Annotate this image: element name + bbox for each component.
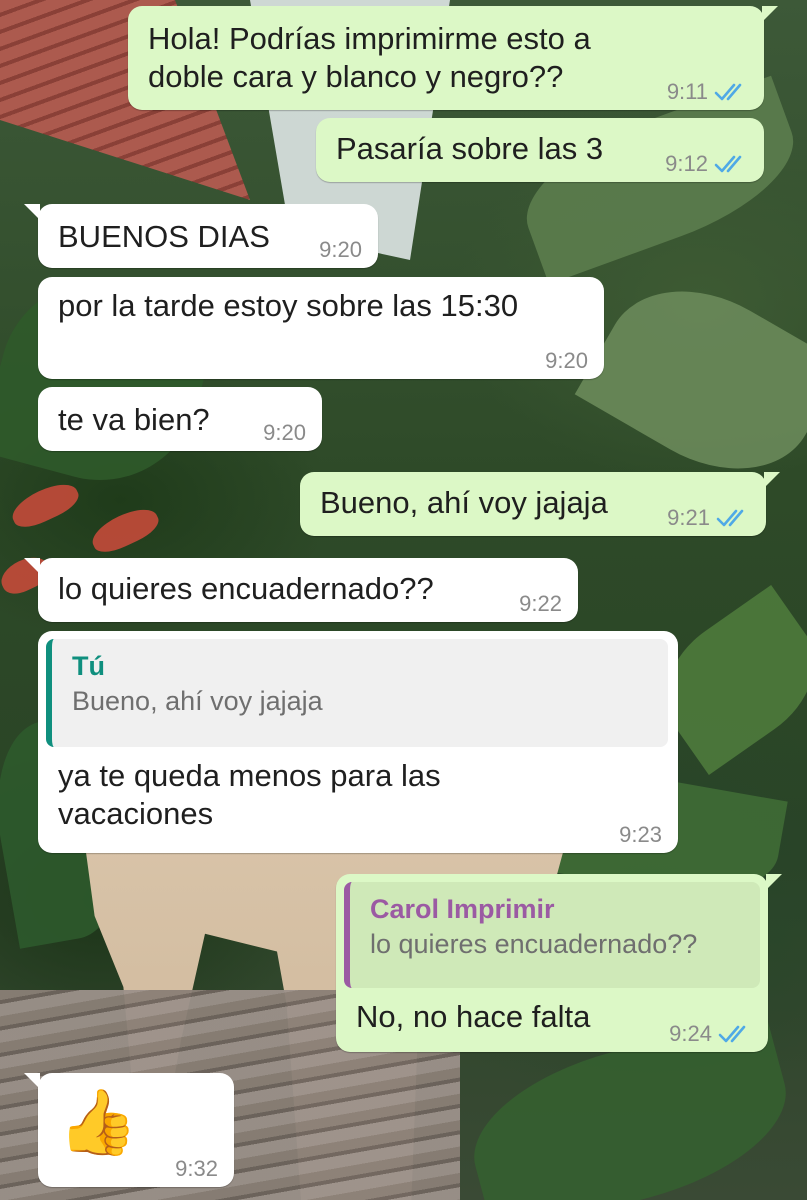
message-bubble-outgoing[interactable]: Bueno, ahí voy jajaja 9:21 bbox=[300, 472, 780, 536]
message-meta: 9:23 bbox=[619, 823, 662, 847]
message-time: 9:32 bbox=[175, 1156, 218, 1181]
message-meta: 9:12 bbox=[665, 152, 748, 176]
message-bubble-incoming[interactable]: por la tarde estoy sobre las 15:30 9:20 bbox=[38, 277, 604, 379]
message-bubble-incoming-reply[interactable]: Tú Bueno, ahí voy jajaja ya te queda men… bbox=[38, 631, 678, 853]
read-double-check-icon bbox=[714, 82, 748, 102]
quoted-text: lo quieres encuadernado?? bbox=[370, 929, 698, 959]
message-time: 9:20 bbox=[545, 348, 588, 373]
message-meta: 9:20 bbox=[545, 349, 588, 373]
message-bubble-incoming[interactable]: lo quieres encuadernado?? 9:22 bbox=[24, 558, 578, 622]
message-meta: 9:20 bbox=[263, 421, 306, 445]
message-text: lo quieres encuadernado?? bbox=[58, 571, 434, 606]
read-double-check-icon bbox=[718, 1024, 752, 1044]
message-time: 9:11 bbox=[666, 79, 708, 104]
message-bubble-outgoing[interactable]: Pasaría sobre las 3 9:12 bbox=[316, 118, 764, 182]
message-meta: 9:20 bbox=[319, 238, 362, 262]
message-time: 9:21 bbox=[667, 505, 710, 530]
message-text: BUENOS DIAS bbox=[58, 219, 270, 254]
wallpaper-leaf bbox=[574, 255, 807, 505]
quoted-author: Tú bbox=[72, 651, 105, 681]
quoted-author: Carol Imprimir bbox=[370, 894, 555, 924]
message-meta: 9:24 bbox=[669, 1022, 752, 1046]
message-time: 9:23 bbox=[619, 822, 662, 847]
wallpaper-flower bbox=[86, 501, 164, 559]
message-bubble-outgoing[interactable]: Hola! Podrías imprimirme esto a doble ca… bbox=[128, 6, 778, 110]
thumbs-up-icon: 👍 bbox=[58, 1086, 138, 1158]
message-time: 9:12 bbox=[665, 151, 708, 176]
message-meta: 9:21 bbox=[667, 506, 750, 530]
message-bubble-incoming[interactable]: te va bien? 9:20 bbox=[38, 387, 322, 451]
message-time: 9:22 bbox=[519, 591, 562, 616]
message-bubble-incoming[interactable]: 👍 9:32 bbox=[24, 1073, 234, 1187]
quoted-text: Bueno, ahí voy jajaja bbox=[72, 686, 323, 716]
quoted-message[interactable]: Carol Imprimir lo quieres encuadernado?? bbox=[344, 882, 760, 988]
read-double-check-icon bbox=[716, 508, 750, 528]
message-time: 9:20 bbox=[319, 237, 362, 262]
message-text: ya te queda menos para las vacaciones bbox=[58, 758, 441, 831]
message-meta: 9:32 bbox=[175, 1157, 218, 1181]
message-meta: 9:11 bbox=[667, 80, 748, 104]
wallpaper-flower bbox=[6, 476, 84, 534]
read-double-check-icon bbox=[714, 154, 748, 174]
message-text: por la tarde estoy sobre las 15:30 bbox=[58, 288, 519, 323]
message-time: 9:24 bbox=[669, 1021, 712, 1046]
quoted-message[interactable]: Tú Bueno, ahí voy jajaja bbox=[46, 639, 668, 747]
message-meta: 9:22 bbox=[519, 592, 562, 616]
message-bubble-outgoing-reply[interactable]: Carol Imprimir lo quieres encuadernado??… bbox=[336, 874, 782, 1052]
message-bubble-incoming[interactable]: BUENOS DIAS 9:20 bbox=[24, 204, 378, 268]
message-text: Hola! Podrías imprimirme esto a doble ca… bbox=[148, 21, 591, 94]
message-time: 9:20 bbox=[263, 420, 306, 445]
